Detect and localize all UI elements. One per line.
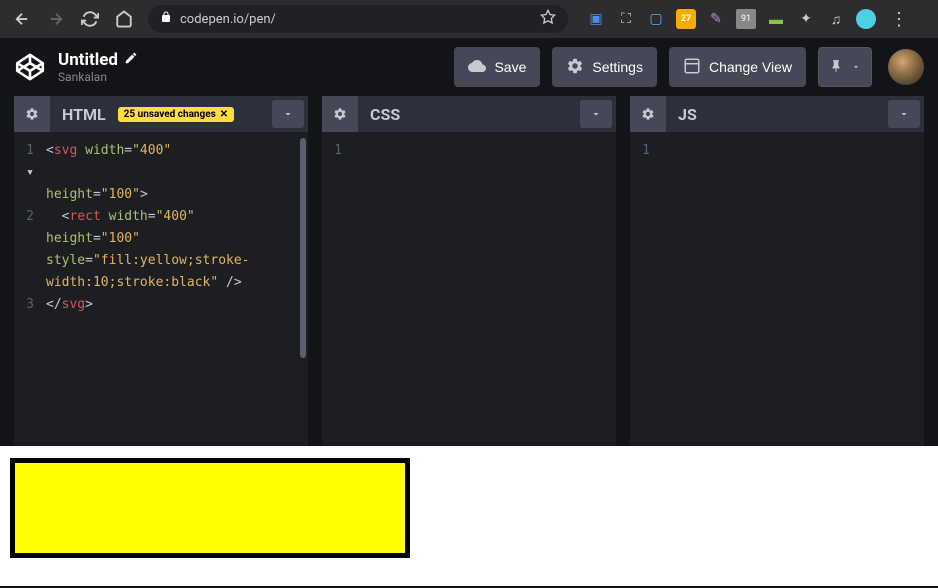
css-editor-title: CSS [358, 105, 412, 124]
pen-title-block: Untitled Sankalan [58, 50, 138, 84]
bookmark-star-icon[interactable] [540, 9, 556, 29]
layout-icon [683, 57, 701, 78]
pin-button[interactable] [818, 47, 872, 87]
back-button[interactable] [8, 5, 36, 33]
unsaved-changes-badge[interactable]: 25 unsaved changes ✕ [118, 107, 235, 122]
codepen-logo-icon[interactable] [14, 51, 46, 83]
html-editor: HTML 25 unsaved changes ✕ 1 ▾ <svg width… [14, 96, 308, 446]
settings-button[interactable]: Settings [552, 47, 657, 87]
editors-row: HTML 25 unsaved changes ✕ 1 ▾ <svg width… [0, 96, 938, 446]
js-editor-header: JS [630, 96, 924, 132]
html-panel-toggle[interactable] [272, 100, 304, 128]
extension-icon[interactable]: ✎ [706, 9, 726, 29]
extension-icon[interactable]: 27 [676, 9, 696, 29]
output-svg [10, 458, 410, 558]
address-bar[interactable]: codepen.io/pen/ [148, 5, 568, 33]
pin-icon [829, 59, 843, 76]
lock-icon [160, 11, 172, 27]
user-avatar[interactable] [888, 49, 924, 85]
js-editor-title: JS [666, 105, 709, 124]
edit-title-icon[interactable] [124, 50, 138, 70]
js-settings-button[interactable] [630, 96, 666, 132]
js-panel-toggle[interactable] [888, 100, 920, 128]
extension-icons-area: ▣ ⛶ ▢ 27 ✎ 91 ▬ ✦ ♫ [586, 9, 876, 29]
output-preview [0, 446, 938, 586]
gear-icon [566, 57, 584, 78]
extension-icon[interactable]: 91 [736, 9, 756, 29]
extension-icon[interactable]: ♫ [826, 9, 846, 29]
save-button[interactable]: Save [454, 47, 540, 87]
pen-title[interactable]: Untitled [58, 50, 118, 70]
extension-icon[interactable]: ▬ [766, 9, 786, 29]
html-code-area[interactable]: 1 ▾ <svg width="400" height="100"> 2 <re… [14, 132, 308, 446]
css-settings-button[interactable] [322, 96, 358, 132]
html-editor-title: HTML [50, 105, 118, 124]
pen-author[interactable]: Sankalan [58, 70, 138, 84]
css-editor-header: CSS [322, 96, 616, 132]
output-rect [10, 458, 410, 558]
extensions-puzzle-icon[interactable]: ✦ [796, 9, 816, 29]
url-text: codepen.io/pen/ [180, 12, 276, 27]
browser-toolbar: codepen.io/pen/ ▣ ⛶ ▢ 27 ✎ 91 ▬ ✦ ♫ ⋮ [0, 0, 938, 38]
codepen-header: Untitled Sankalan Save Settings Change V… [0, 38, 938, 96]
extension-icon[interactable] [856, 9, 876, 29]
close-icon[interactable]: ✕ [220, 109, 228, 120]
forward-button[interactable] [42, 5, 70, 33]
html-editor-header: HTML 25 unsaved changes ✕ [14, 96, 308, 132]
reload-button[interactable] [76, 5, 104, 33]
chevron-down-icon [851, 59, 861, 75]
home-button[interactable] [110, 5, 138, 33]
extension-icon[interactable]: ⛶ [616, 9, 636, 29]
css-panel-toggle[interactable] [580, 100, 612, 128]
browser-menu-button[interactable]: ⋮ [882, 9, 916, 30]
extension-icon[interactable]: ▢ [646, 9, 666, 29]
css-code-area[interactable]: 1 [322, 132, 616, 446]
scrollbar[interactable] [300, 138, 306, 358]
css-editor: CSS 1 [322, 96, 616, 446]
js-editor: JS 1 [630, 96, 924, 446]
extension-icon[interactable]: ▣ [586, 9, 606, 29]
html-settings-button[interactable] [14, 96, 50, 132]
cloud-icon [468, 57, 486, 78]
change-view-button[interactable]: Change View [669, 47, 806, 87]
js-code-area[interactable]: 1 [630, 132, 924, 446]
